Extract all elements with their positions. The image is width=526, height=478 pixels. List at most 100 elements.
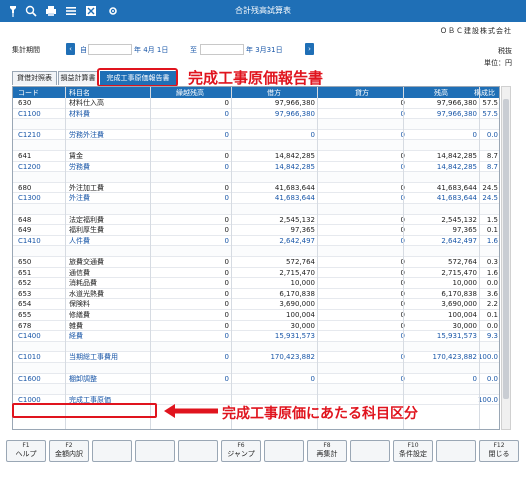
- table-row[interactable]: C1410 人件費 0 2,642,497 0 2,642,497 1.6: [13, 236, 499, 247]
- row-highlight-box: [12, 403, 157, 418]
- table-row[interactable]: 650 旅費交通費 0 572,764 0 572,764 0.3: [13, 257, 499, 268]
- account-code: 649: [18, 226, 32, 235]
- carry-forward-amount: 0: [224, 353, 229, 362]
- tab-balance-sheet[interactable]: 貸借対照表: [12, 71, 57, 85]
- table-row[interactable]: C1400 経費 0 15,931,573 0 15,931,573 9.3: [13, 331, 499, 342]
- debit-amount: 14,842,285: [274, 152, 315, 160]
- debit-amount: 6,170,838: [279, 289, 315, 298]
- carry-forward-amount: 0: [224, 236, 229, 245]
- fkey-f12[interactable]: F12 閉じる: [479, 440, 519, 462]
- account-name: 旅費交通費: [69, 258, 104, 266]
- table-row[interactable]: 630 材料仕入高 0 97,966,380 0 97,966,380 57.5: [13, 98, 499, 109]
- carry-forward-amount: 0: [224, 321, 229, 330]
- balance-amount: 41,683,644: [436, 194, 477, 203]
- table-row[interactable]: 652消耗品費010,000010,0000.0: [13, 278, 499, 289]
- fkey-empty[interactable]: [350, 440, 390, 462]
- column-divider: [403, 87, 404, 429]
- balance-amount: 14,842,285: [436, 152, 477, 160]
- tab-highlight-box: [97, 68, 178, 87]
- carry-forward-amount: 0: [224, 183, 229, 192]
- carry-forward-amount: 0: [224, 109, 229, 118]
- debit-amount: 15,931,573: [274, 332, 315, 341]
- credit-amount: 0: [319, 269, 405, 279]
- table-row[interactable]: 653 水道光熱費 0 6,170,838 0 6,170,838 3.6: [13, 289, 499, 300]
- account-code: C1400: [18, 332, 41, 341]
- header-ratio[interactable]: 構成比: [471, 88, 498, 98]
- column-divider: [479, 87, 480, 429]
- next-period-button[interactable]: ›: [305, 43, 314, 55]
- fkey-f6[interactable]: F6 ジャンプ: [221, 440, 261, 462]
- vertical-scrollbar[interactable]: [501, 86, 511, 430]
- blank-row: [13, 341, 499, 353]
- table-row[interactable]: 680 外注加工費 0 41,683,644 0 41,683,644 24.5: [13, 183, 499, 194]
- account-name: 雑費: [69, 321, 83, 330]
- table-row[interactable]: C1100 材料費 0 97,966,380 0 97,966,380 57.5: [13, 109, 499, 120]
- ratio-value: 0.0: [486, 321, 498, 330]
- balance-amount: 2,642,497: [441, 236, 477, 245]
- fkey-f10[interactable]: F10 条件設定: [393, 440, 433, 462]
- to-year-field[interactable]: [200, 44, 244, 55]
- ratio-value: 0.0: [486, 374, 498, 383]
- debit-amount: 14,842,285: [274, 162, 315, 171]
- header-balance[interactable]: 残高: [405, 88, 477, 98]
- fkey-empty[interactable]: [92, 440, 132, 462]
- debit-amount: 3,690,000: [279, 300, 315, 309]
- carry-forward-amount: 0: [224, 194, 229, 203]
- account-code: 678: [18, 321, 32, 330]
- fkey-f2[interactable]: F2 金額内訳: [49, 440, 89, 462]
- table-row[interactable]: 651 通信費 0 2,715,470 0 2,715,470 1.6: [13, 268, 499, 279]
- header-debit[interactable]: 借方: [233, 88, 315, 98]
- table-row[interactable]: 678雑費030,000030,0000.0: [13, 321, 499, 332]
- account-name: 材料費: [69, 109, 90, 118]
- table-row[interactable]: 641 賃金 0 14,842,285 0 14,842,285 8.7: [13, 151, 499, 162]
- blank-row: [13, 140, 499, 151]
- account-code: C1210: [18, 130, 41, 139]
- debit-amount: 100,004: [286, 311, 315, 319]
- credit-amount: 0: [319, 332, 405, 342]
- table-row[interactable]: C1210労務外注費00000.0: [13, 130, 499, 141]
- carry-forward-amount: 0: [224, 300, 229, 309]
- carry-forward-amount: 0: [224, 279, 229, 288]
- ratio-value: 0.1: [486, 226, 498, 235]
- table-row[interactable]: C1600棚卸調整00000.0: [13, 374, 499, 385]
- account-name: 法定福利費: [69, 215, 104, 224]
- fkey-label: 金額内訳: [55, 450, 83, 458]
- table-row[interactable]: C1300 外注費 0 41,683,644 0 41,683,644 24.5: [13, 193, 499, 204]
- table-row[interactable]: 655 修繕費 0 100,004 0 100,004 0.1: [13, 310, 499, 321]
- debit-amount: 30,000: [290, 321, 316, 330]
- fkey-f8[interactable]: F8 再集計: [307, 440, 347, 462]
- account-code: C1010: [18, 353, 41, 362]
- account-code: 650: [18, 258, 32, 266]
- tab-annotation: 完成工事原価報告書: [188, 69, 324, 87]
- account-code: 655: [18, 311, 32, 319]
- tab-income-statement[interactable]: 損益計算書: [58, 71, 98, 85]
- fkey-empty[interactable]: [178, 440, 218, 462]
- table-row[interactable]: C1010当期総工事費用0170,423,8820170,423,882100.…: [13, 352, 499, 363]
- fkey-empty[interactable]: [264, 440, 304, 462]
- table-row[interactable]: C1200 労務費 0 14,842,285 0 14,842,285 8.7: [13, 162, 499, 173]
- debit-amount: 10,000: [290, 279, 316, 288]
- table-row[interactable]: 649福利厚生費097,365097,3650.1: [13, 225, 499, 236]
- table-row[interactable]: 654 保険料 0 3,690,000 0 3,690,000 2.2: [13, 299, 499, 310]
- from-year-field[interactable]: [88, 44, 132, 55]
- prev-period-button[interactable]: ‹: [66, 43, 75, 55]
- fkey-empty[interactable]: [436, 440, 476, 462]
- balance-amount: 0: [472, 130, 477, 139]
- fkey-f1[interactable]: F1 ヘルプ: [6, 440, 46, 462]
- header-name[interactable]: 科目名: [69, 88, 149, 98]
- header-code[interactable]: コード: [18, 88, 62, 98]
- header-carry-forward[interactable]: 繰越残高: [151, 88, 229, 98]
- to-era: 至: [190, 46, 197, 54]
- account-name: 当期総工事費用: [69, 353, 118, 362]
- carry-forward-amount: 0: [224, 226, 229, 235]
- ratio-value: 1.6: [486, 236, 498, 245]
- header-credit[interactable]: 貸方: [319, 88, 405, 98]
- fkey-empty[interactable]: [135, 440, 175, 462]
- table-row[interactable]: 648 法定福利費 0 2,545,132 0 2,545,132 1.5: [13, 215, 499, 226]
- account-name: 外注加工費: [69, 183, 104, 192]
- account-name: 棚卸調整: [69, 374, 97, 383]
- scroll-thumb[interactable]: [503, 99, 509, 399]
- from-date: 年 4月 1日: [134, 46, 169, 54]
- fkey-number: F12: [493, 442, 505, 449]
- blank-row: [13, 204, 499, 215]
